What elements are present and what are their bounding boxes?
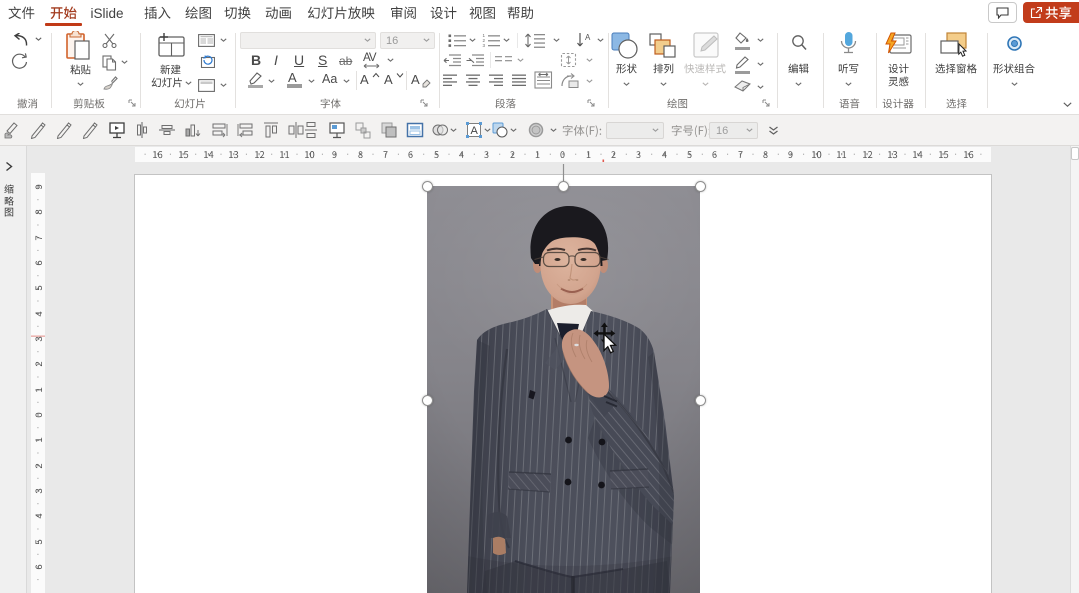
svg-text:2: 2 xyxy=(34,463,45,468)
svg-text:1: 1 xyxy=(34,438,45,443)
svg-text:6: 6 xyxy=(34,564,45,569)
svg-text:6: 6 xyxy=(34,260,45,265)
svg-text:3: 3 xyxy=(34,336,45,341)
svg-text:3: 3 xyxy=(34,488,45,493)
svg-text:5: 5 xyxy=(34,286,45,291)
svg-text:1: 1 xyxy=(34,387,45,392)
svg-text:A: A xyxy=(471,125,479,137)
svg-text:5: 5 xyxy=(34,539,45,544)
svg-text:4: 4 xyxy=(34,514,45,519)
svg-text:A: A xyxy=(585,33,591,42)
svg-text:0: 0 xyxy=(34,412,45,417)
svg-text:4: 4 xyxy=(34,311,45,316)
svg-text:8: 8 xyxy=(34,210,45,215)
svg-text:9: 9 xyxy=(34,184,45,189)
svg-text:2: 2 xyxy=(34,362,45,367)
svg-text:3: 3 xyxy=(483,43,486,48)
svg-text:7: 7 xyxy=(34,235,45,240)
